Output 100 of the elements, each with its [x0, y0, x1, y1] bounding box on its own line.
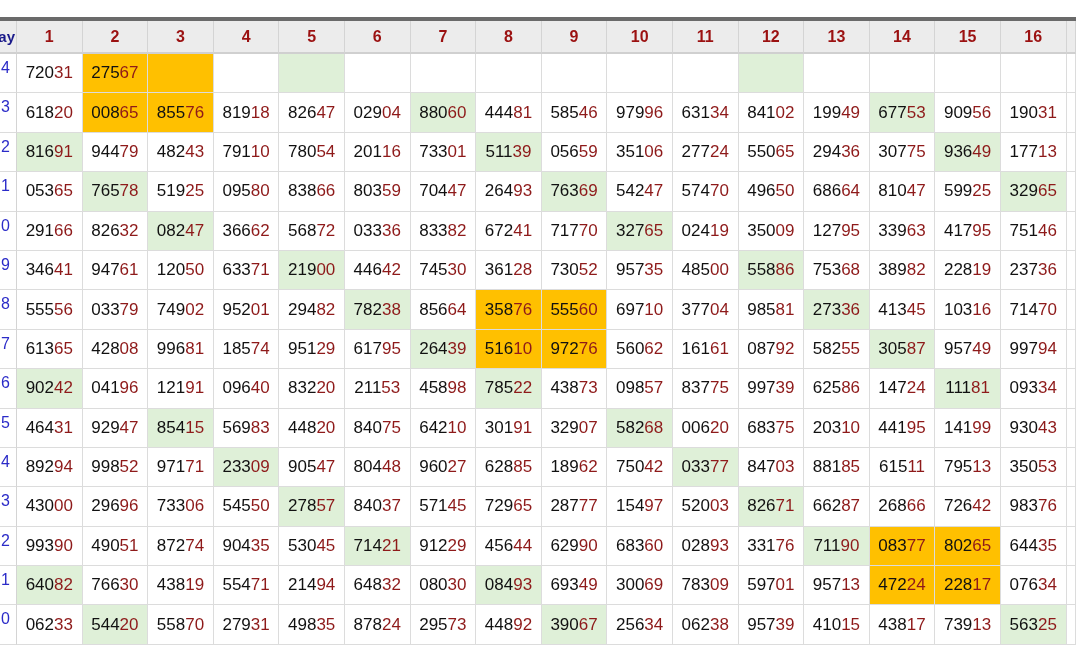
- empty-cell: [1066, 172, 1076, 212]
- table-cell: 62990: [541, 526, 608, 567]
- column-header: 8: [476, 21, 542, 54]
- table-cell: 54247: [607, 172, 673, 212]
- table-cell: 51610: [476, 329, 542, 370]
- table-cell: 67241: [476, 211, 542, 251]
- table-cell: 06233: [17, 605, 83, 645]
- table-cell: 61795: [344, 329, 411, 370]
- column-header: 14: [869, 21, 936, 54]
- table-cell: 55471: [213, 566, 280, 606]
- table-cell: 80359: [344, 172, 411, 212]
- table-cell: 84102: [738, 93, 805, 133]
- column-header: 6: [344, 21, 411, 54]
- table-cell: 64832: [344, 566, 411, 606]
- table-cell: 51925: [148, 172, 214, 212]
- table-cell: 67753: [869, 93, 936, 133]
- table-cell: 95129: [279, 329, 345, 370]
- table-cell: 59925: [935, 172, 1001, 212]
- table-cell: 55870: [148, 605, 214, 645]
- table-cell: 97996: [607, 93, 673, 133]
- empty-cell: [1066, 250, 1076, 291]
- table-cell: 35053: [1000, 447, 1067, 488]
- table-cell: 57470: [672, 172, 739, 212]
- table-cell: 44892: [476, 605, 542, 645]
- column-header: 16: [1000, 21, 1067, 54]
- empty-cell: [1066, 447, 1076, 488]
- empty-cell: [1066, 487, 1076, 527]
- table-cell: 09334: [1000, 369, 1067, 409]
- table-cell: 43819: [148, 566, 214, 606]
- table-cell: 29696: [82, 487, 149, 527]
- table-cell: 34641: [17, 250, 83, 291]
- table-cell: 97171: [148, 447, 214, 488]
- table-cell: 00865: [82, 93, 149, 133]
- table-cell: 29573: [410, 605, 477, 645]
- table-cell: 22817: [935, 566, 1001, 606]
- table-cell: 15497: [607, 487, 673, 527]
- column-header: 4: [213, 21, 280, 54]
- table-cell: 72965: [476, 487, 542, 527]
- table-cell: 49051: [82, 526, 149, 567]
- table-cell: 30587: [869, 329, 936, 370]
- table-cell: 43817: [869, 605, 936, 645]
- table-cell: 43000: [17, 487, 83, 527]
- table-cell: 49835: [279, 605, 345, 645]
- table-cell: 62586: [804, 369, 870, 409]
- column-header: 15: [935, 21, 1001, 54]
- table-cell: 95739: [738, 605, 805, 645]
- table-cell: 68664: [804, 172, 870, 212]
- table-cell: 49650: [738, 172, 805, 212]
- table-cell: 25634: [607, 605, 673, 645]
- table-cell: 20116: [344, 132, 411, 173]
- table-cell: 58255: [804, 329, 870, 370]
- table-cell: 29436: [804, 132, 870, 173]
- table-cell: 12050: [148, 250, 214, 291]
- table-cell: 87274: [148, 526, 214, 567]
- table-cell: 66287: [804, 487, 870, 527]
- table-cell: 29482: [279, 290, 345, 330]
- table-cell: 28777: [541, 487, 608, 527]
- table-cell: 73913: [935, 605, 1001, 645]
- row-label: 1: [0, 172, 17, 212]
- table-cell: 08493: [476, 566, 542, 606]
- table-cell: 57145: [410, 487, 477, 527]
- table-cell: 44820: [279, 408, 345, 448]
- row-label: 2: [0, 526, 17, 567]
- table-cell: 64082: [17, 566, 83, 606]
- table-cell: 22819: [935, 250, 1001, 291]
- table-cell: 90956: [935, 93, 1001, 133]
- table-cell: 71190: [804, 526, 870, 567]
- table-cell: 02419: [672, 211, 739, 251]
- row-label: 5: [0, 408, 17, 448]
- table-cell: 71421: [344, 526, 411, 567]
- table-cell: 19031: [1000, 93, 1067, 133]
- table-cell: 81691: [17, 132, 83, 173]
- table-cell: 61820: [17, 93, 83, 133]
- table-cell: 69710: [607, 290, 673, 330]
- empty-cell: [1066, 605, 1076, 645]
- table-cell: 42808: [82, 329, 149, 370]
- table-cell: 03379: [82, 290, 149, 330]
- table-cell: 32965: [1000, 172, 1067, 212]
- table-cell: 35009: [738, 211, 805, 251]
- table-cell: 63134: [672, 93, 739, 133]
- table-cell: 55560: [541, 290, 608, 330]
- table-cell: 89294: [17, 447, 83, 488]
- row-label: 4: [0, 447, 17, 488]
- table-cell: 64210: [410, 408, 477, 448]
- table-cell: 12191: [148, 369, 214, 409]
- table-cell: 51139: [476, 132, 542, 173]
- table-cell: 68360: [607, 526, 673, 567]
- table-cell: 30069: [607, 566, 673, 606]
- table-cell: 44481: [476, 93, 542, 133]
- table-cell: 12795: [804, 211, 870, 251]
- table-cell: 26866: [869, 487, 936, 527]
- table-cell: 14199: [935, 408, 1001, 448]
- table-cell: 37704: [672, 290, 739, 330]
- table-cell: 16161: [672, 329, 739, 370]
- empty-cell: [1066, 369, 1076, 409]
- table-cell: 56872: [279, 211, 345, 251]
- table-cell: 82671: [738, 487, 805, 527]
- table-cell: 87824: [344, 605, 411, 645]
- table-cell: 55886: [738, 250, 805, 291]
- table-cell: 56062: [607, 329, 673, 370]
